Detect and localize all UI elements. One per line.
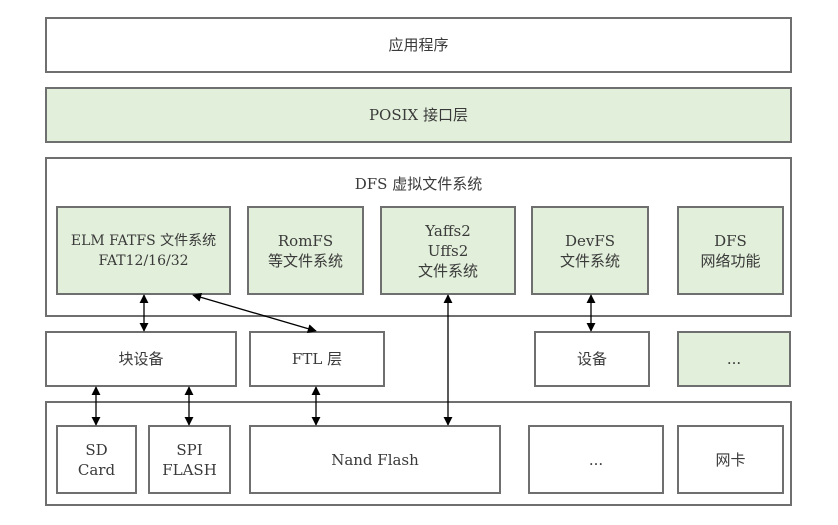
middle-more-label: ... — [726, 350, 742, 368]
posix-layer: POSIX 接口层 — [45, 87, 792, 143]
fs-elm-fatfs: ELM FATFS 文件系统 FAT12/16/32 — [56, 206, 231, 295]
ftl-label: FTL 层 — [291, 350, 343, 368]
middle-more-layer: ... — [677, 331, 791, 387]
fs-devfs: DevFS 文件系统 — [531, 206, 649, 295]
block-device-label: 块设备 — [118, 350, 164, 368]
fs-devfs-label: DevFS 文件系统 — [559, 231, 620, 270]
block-device-layer: 块设备 — [45, 331, 237, 387]
posix-label: POSIX 接口层 — [368, 106, 469, 124]
application-layer: 应用程序 — [45, 17, 792, 73]
hw-spi-flash-label: SPI FLASH — [162, 440, 217, 479]
fs-yaffs2-uffs2: Yaffs2 Uffs2 文件系统 — [380, 206, 516, 295]
fs-elm-fatfs-label: ELM FATFS 文件系统 FAT12/16/32 — [70, 232, 217, 269]
hw-more: ... — [528, 425, 664, 494]
application-label: 应用程序 — [388, 36, 449, 54]
device-label: 设备 — [576, 350, 607, 368]
hw-spi-flash: SPI FLASH — [148, 425, 231, 494]
hw-network-card-label: 网卡 — [715, 450, 746, 469]
ftl-layer: FTL 层 — [249, 331, 385, 387]
fs-dfs-network-label: DFS 网络功能 — [700, 231, 761, 270]
fs-dfs-network: DFS 网络功能 — [677, 206, 784, 295]
hw-sd-card: SD Card — [56, 425, 137, 494]
hw-network-card: 网卡 — [677, 425, 784, 494]
hw-sd-card-label: SD Card — [77, 440, 116, 479]
fs-yaffs2-uffs2-label: Yaffs2 Uffs2 文件系统 — [417, 221, 478, 280]
hw-more-label: ... — [588, 450, 604, 469]
hw-nand-flash-label: Nand Flash — [331, 450, 419, 469]
fs-romfs-label: RomFS 等文件系统 — [267, 231, 343, 270]
fs-romfs: RomFS 等文件系统 — [247, 206, 364, 295]
dfs-title: DFS 虚拟文件系统 — [354, 175, 483, 193]
device-layer: 设备 — [534, 331, 650, 387]
hw-nand-flash: Nand Flash — [249, 425, 501, 494]
